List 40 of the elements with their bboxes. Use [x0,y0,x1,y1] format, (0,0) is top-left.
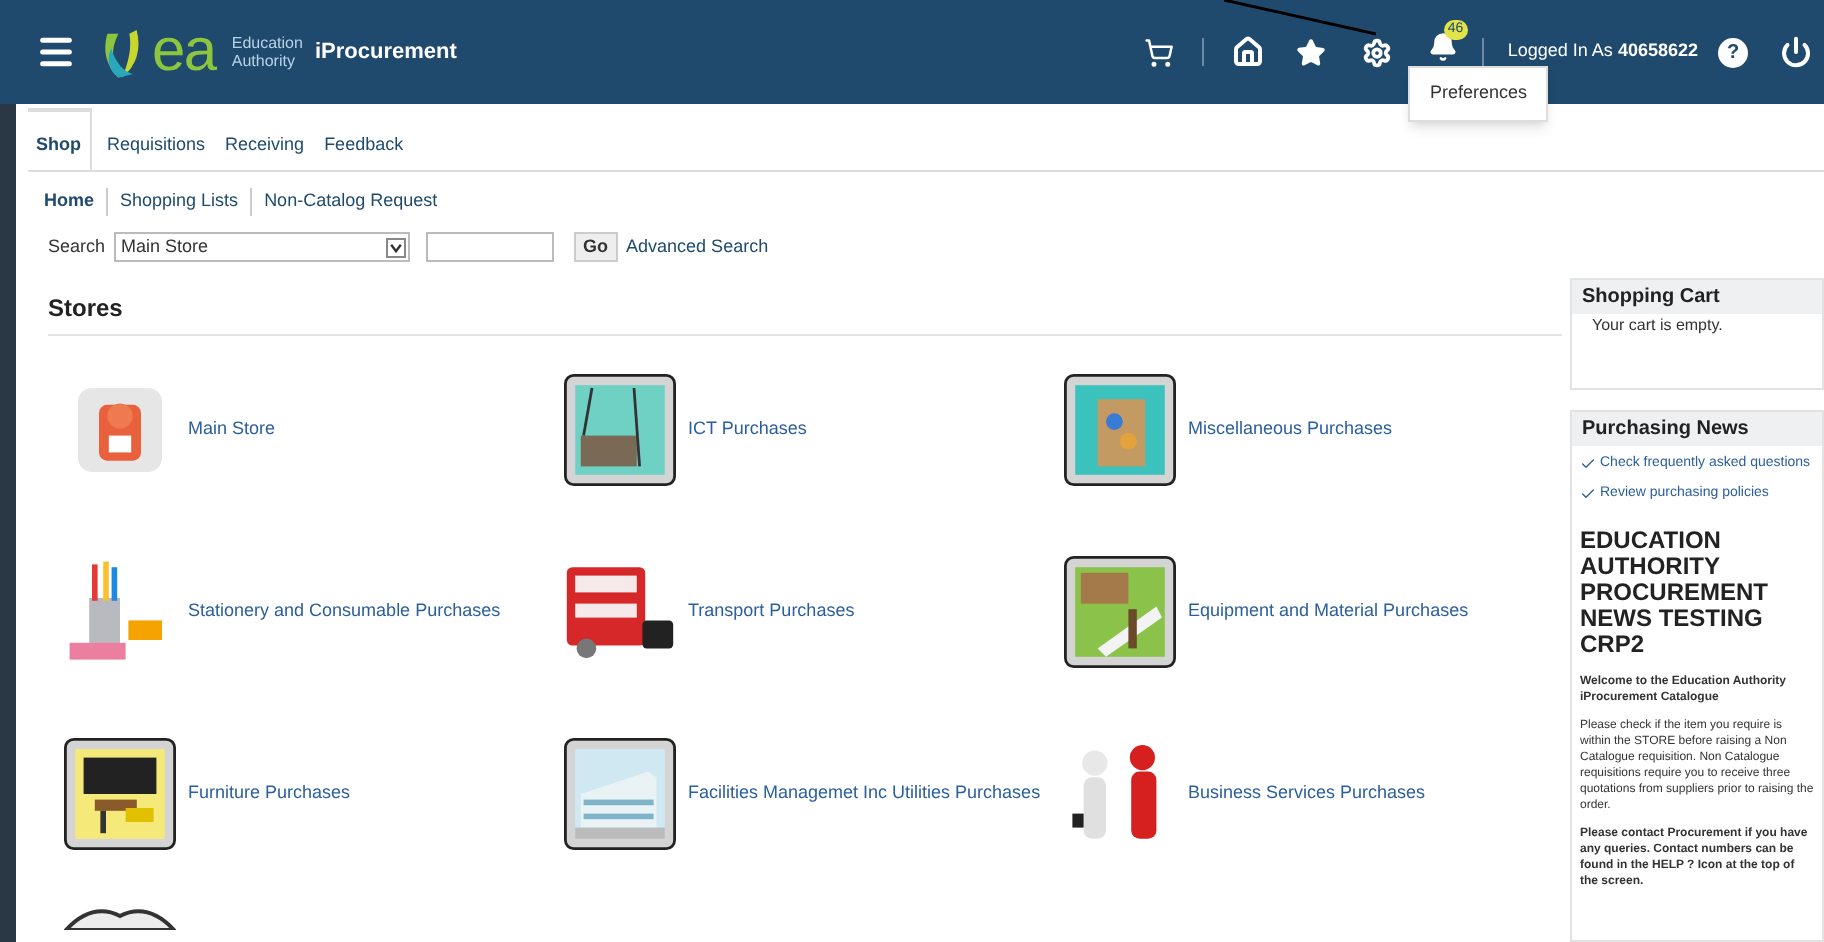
store-link[interactable]: Miscellaneous Purchases [1188,416,1393,444]
store-link[interactable]: Furniture Purchases [188,780,351,808]
bell-icon[interactable] [1427,32,1458,62]
store-link[interactable]: ICT Purchases [688,416,807,444]
subnav-link[interactable]: Non-Catalog Request [264,188,438,216]
panel-title: Shopping Cart [1572,280,1822,314]
tab[interactable]: Shop [28,107,91,170]
cart-status: Your cart is empty. [1590,314,1725,338]
store-select[interactable]: Main Store [113,232,410,262]
power-icon[interactable] [1780,36,1812,68]
search-label: Search [48,233,106,260]
tab[interactable]: Requisitions [103,131,210,170]
store-link[interactable]: Transport Purchases [688,598,855,626]
advanced-search-link[interactable]: Advanced Search [626,233,769,261]
organization-name: Education Authority [231,34,303,70]
store-link[interactable]: Main Store [188,416,276,444]
search-field[interactable] [425,232,554,262]
menu-item[interactable]: Preferences [1430,80,1526,107]
star-icon[interactable] [1295,37,1326,67]
menu-icon[interactable] [36,32,76,72]
section-title: Stores [48,290,1562,336]
store-link[interactable]: Stationery and Consumable Purchases [188,598,501,626]
subnav-link[interactable]: Home [44,188,95,216]
logged-in-text: Logged In As 40658622 [1507,38,1698,65]
logo-text: ea [152,22,216,82]
store-link[interactable]: Facilities Managemet Inc Utilities Purchases [688,780,1041,808]
dropdown-icon [385,237,406,257]
settings-icon[interactable] [1361,37,1392,67]
store-link[interactable]: Equipment and Material Purchases [1188,598,1469,626]
news-headline: EDUCATION AUTHORITY PROCUREMENT NEWS TESTING CRP2 [1578,528,1771,658]
subnav-link[interactable]: Shopping Lists [120,188,239,216]
cart-icon[interactable] [1143,37,1174,67]
app-title: iProcurement [314,37,457,68]
panel-title: Purchasing News [1572,412,1822,446]
home-icon[interactable] [1231,36,1264,68]
tab[interactable]: Receiving [221,131,309,170]
go-button[interactable]: Go [573,232,619,262]
store-link[interactable]: Business Services Purchases [1188,780,1426,808]
tab[interactable]: Feedback [320,131,408,170]
help-button[interactable]: ? [1718,37,1748,67]
